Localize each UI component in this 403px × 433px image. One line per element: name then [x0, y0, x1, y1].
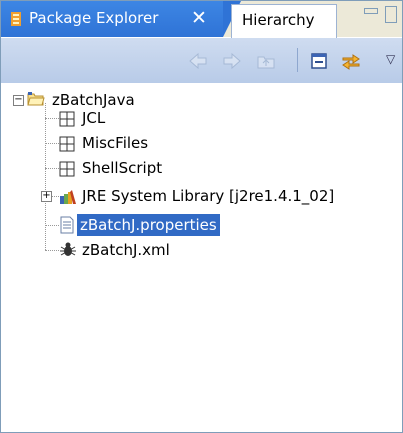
library-icon [60, 190, 76, 204]
tree-item-label: zBatchJ.xml [82, 241, 170, 259]
project-folder-icon [27, 92, 45, 106]
collapse-toggle-icon[interactable]: − [13, 95, 24, 106]
tab-hierarchy[interactable]: Hierarchy [231, 4, 337, 38]
forward-arrow-icon[interactable] [221, 50, 243, 72]
back-arrow-icon[interactable] [187, 50, 209, 72]
toolbar-separator [297, 48, 298, 72]
tree-item-label: ShellScript [82, 159, 163, 177]
package-icon [59, 136, 75, 152]
tree-row-package[interactable]: ShellScript [1, 157, 301, 179]
tab-package-explorer[interactable]: Package Explorer ✕ [1, 1, 241, 37]
expand-toggle-icon[interactable]: + [41, 191, 52, 202]
collapse-all-icon[interactable] [308, 50, 330, 72]
tree-row-library[interactable]: + JRE System Library [j2re1.4.1_02] [1, 185, 396, 207]
tree-item-label: JCL [82, 109, 106, 127]
view-tab-bar: Package Explorer ✕ Hierarchy [1, 1, 402, 38]
tree-row-package[interactable]: MiscFiles [1, 132, 301, 154]
tree-row-package[interactable]: JCL [1, 107, 301, 129]
properties-file-icon [60, 216, 74, 234]
tree-row-file-selected[interactable]: zBatchJ.properties [1, 214, 301, 236]
xml-file-icon [60, 242, 76, 256]
tree-item-label: MiscFiles [82, 134, 149, 152]
package-explorer-view: Package Explorer ✕ Hierarchy ▽ − zBatchJ… [0, 0, 403, 433]
tree-item-label: JRE System Library [j2re1.4.1_02] [82, 187, 335, 205]
package-explorer-icon [11, 12, 21, 26]
view-menu-chevron-down-icon[interactable]: ▽ [386, 52, 395, 66]
tab-title: Package Explorer [29, 9, 159, 27]
tree-item-label: zBatchJ.properties [77, 214, 220, 236]
minimize-icon[interactable] [364, 8, 378, 14]
link-with-editor-icon[interactable] [340, 50, 362, 72]
close-icon[interactable]: ✕ [191, 7, 207, 29]
tree-row-file[interactable]: zBatchJ.xml [1, 239, 301, 261]
package-icon [59, 111, 75, 127]
tab-title: Hierarchy [242, 11, 315, 29]
package-icon [59, 161, 75, 177]
maximize-icon[interactable] [385, 6, 397, 23]
up-folder-icon[interactable] [255, 50, 277, 72]
view-toolbar: ▽ [1, 38, 402, 83]
